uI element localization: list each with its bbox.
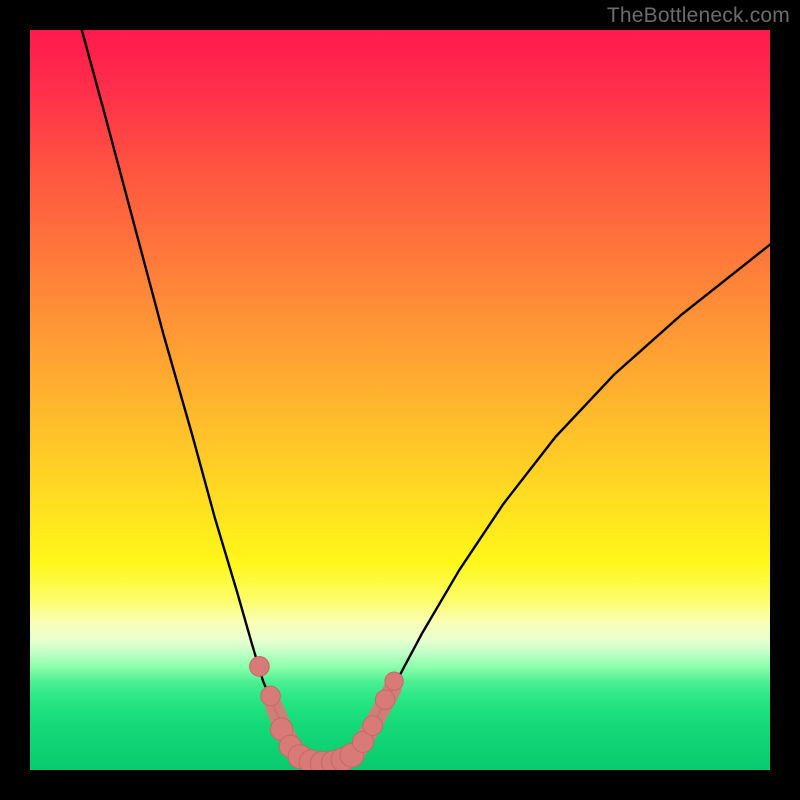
data-marker [375,690,395,710]
marker-layer [250,657,404,770]
watermark-text: TheBottleneck.com [607,4,790,28]
data-marker [385,672,403,690]
data-marker [261,686,281,706]
bottleneck-curve [82,30,770,764]
curve-layer [82,30,770,764]
chart-frame: TheBottleneck.com [0,0,800,800]
data-marker [363,716,383,736]
plot-area [30,30,770,770]
chart-svg [30,30,770,770]
data-marker [250,657,270,677]
